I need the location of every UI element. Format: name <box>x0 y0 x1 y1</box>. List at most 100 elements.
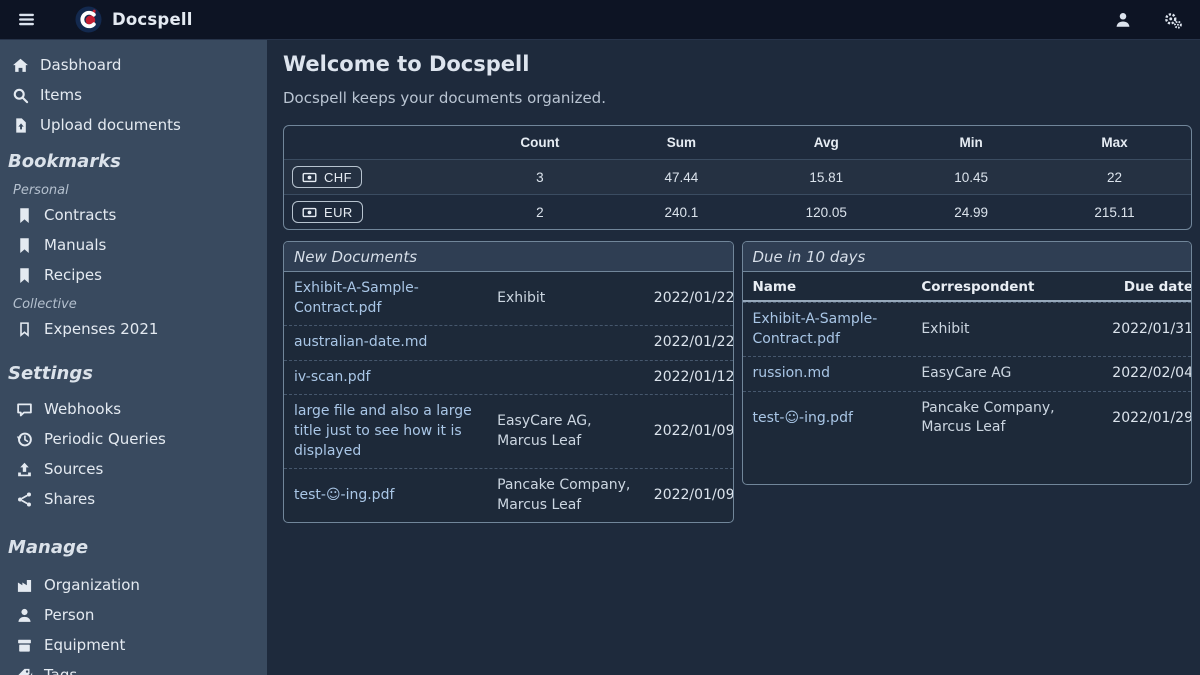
document-correspondent: EasyCare AG <box>921 364 1067 384</box>
document-date: 2022/01/22 <box>640 333 733 353</box>
comment-icon <box>16 401 33 418</box>
stats-header-max: Max <box>1038 126 1191 159</box>
page-title: Welcome to Docspell <box>283 52 1192 76</box>
due-documents-list: Name Correspondent Due date Exhibit-A-Sa… <box>743 272 1192 484</box>
bookmark-icon <box>16 237 33 254</box>
document-date: 2022/01/22 <box>640 289 733 309</box>
document-link[interactable]: russion.md <box>753 364 916 384</box>
page-subtitle: Docspell keeps your documents organized. <box>283 89 1192 107</box>
sidebar-item-expenses-2021[interactable]: Expenses 2021 <box>0 314 267 344</box>
document-link[interactable]: test-☺-ing.pdf <box>294 486 491 506</box>
user-icon[interactable] <box>1110 7 1136 33</box>
sidebar-item-periodic-queries[interactable]: Periodic Queries <box>0 424 267 454</box>
money-bill-icon <box>302 205 317 220</box>
sidebar-item-upload-documents[interactable]: Upload documents <box>0 110 267 140</box>
table-row: CHF 3 47.44 15.81 10.45 22 <box>284 159 1191 194</box>
list-item: Exhibit-A-Sample-Contract.pdf Exhibit 20… <box>743 302 1192 356</box>
sidebar-item-webhooks[interactable]: Webhooks <box>0 394 267 424</box>
list-item: test-☺-ing.pdf Pancake Company, Marcus L… <box>743 391 1192 445</box>
document-correspondent: Exhibit <box>497 289 634 309</box>
document-due-date: 2022/01/31 <box>1073 320 1192 340</box>
sidebar-item-label: Recipes <box>44 266 102 284</box>
app-title: Docspell <box>112 10 193 29</box>
new-documents-list: Exhibit-A-Sample-Contract.pdf Exhibit 20… <box>284 272 733 522</box>
menu-icon[interactable] <box>14 7 39 32</box>
money-bill-icon <box>302 170 317 185</box>
box-icon <box>16 637 33 654</box>
bookmarks-section-title: Bookmarks <box>0 150 267 174</box>
currency-badge-eur: EUR <box>292 201 363 223</box>
due-table-header: Name Correspondent Due date <box>743 272 1192 302</box>
sidebar-item-manuals[interactable]: Manuals <box>0 230 267 260</box>
sidebar-item-dashboard[interactable]: Dasbhoard <box>0 50 267 80</box>
document-correspondent: Pancake Company, Marcus Leaf <box>497 476 634 515</box>
topbar: Docspell <box>0 0 1200 40</box>
bookmark-outline-icon <box>16 321 33 338</box>
document-link[interactable]: test-☺-ing.pdf <box>753 409 916 429</box>
sidebar-item-label: Sources <box>44 460 103 478</box>
list-item: iv-scan.pdf 2022/01/12 <box>284 360 733 395</box>
bookmark-icon <box>16 207 33 224</box>
settings-section-title: Settings <box>0 362 267 386</box>
sidebar-item-recipes[interactable]: Recipes <box>0 260 267 290</box>
stat-count: 3 <box>465 159 614 194</box>
bookmarks-collective-label: Collective <box>0 296 267 314</box>
table-row: EUR 2 240.1 120.05 24.99 215.11 <box>284 194 1191 229</box>
stat-avg: 15.81 <box>748 159 904 194</box>
document-date: 2022/01/09 <box>640 486 733 506</box>
document-link[interactable]: iv-scan.pdf <box>294 368 491 388</box>
list-item: large file and also a large title just t… <box>284 394 733 468</box>
document-date: 2022/01/09 <box>640 422 733 442</box>
share-icon <box>16 491 33 508</box>
main-content: Welcome to Docspell Docspell keeps your … <box>267 40 1200 675</box>
sidebar-item-organization[interactable]: Organization <box>0 570 267 600</box>
due-documents-panel: Due in 10 days Name Correspondent Due da… <box>742 241 1193 485</box>
bookmark-icon <box>16 267 33 284</box>
sidebar-item-label: Items <box>40 86 82 104</box>
sidebar-item-label: Person <box>44 606 94 624</box>
sidebar-item-equipment[interactable]: Equipment <box>0 630 267 660</box>
stats-header-sum: Sum <box>614 126 748 159</box>
new-documents-title: New Documents <box>284 242 733 272</box>
sidebar-item-label: Shares <box>44 490 95 508</box>
document-link[interactable]: Exhibit-A-Sample-Contract.pdf <box>753 310 916 349</box>
document-correspondent: EasyCare AG, Marcus Leaf <box>497 412 634 451</box>
sidebar: Dasbhoard Items Upload documents Bookmar… <box>0 40 267 675</box>
document-date: 2022/01/12 <box>640 368 733 388</box>
sidebar-item-label: Periodic Queries <box>44 430 166 448</box>
stat-max: 22 <box>1038 159 1191 194</box>
stat-sum: 47.44 <box>614 159 748 194</box>
industry-icon <box>16 577 33 594</box>
sidebar-item-person[interactable]: Person <box>0 600 267 630</box>
sidebar-item-contracts[interactable]: Contracts <box>0 200 267 230</box>
sidebar-item-shares[interactable]: Shares <box>0 484 267 514</box>
stat-min: 10.45 <box>904 159 1038 194</box>
history-icon <box>16 431 33 448</box>
document-correspondent: Pancake Company, Marcus Leaf <box>921 399 1067 438</box>
bookmarks-personal-label: Personal <box>0 182 267 200</box>
search-icon <box>12 87 29 104</box>
sidebar-item-label: Organization <box>44 576 140 594</box>
sidebar-item-label: Contracts <box>44 206 116 224</box>
sidebar-item-items[interactable]: Items <box>0 80 267 110</box>
gears-icon[interactable] <box>1160 7 1186 33</box>
sidebar-item-label: Expenses 2021 <box>44 320 158 338</box>
user-icon <box>16 607 33 624</box>
document-link[interactable]: australian-date.md <box>294 333 491 353</box>
new-documents-panel: New Documents Exhibit-A-Sample-Contract.… <box>283 241 734 523</box>
list-item: australian-date.md 2022/01/22 <box>284 325 733 360</box>
sidebar-item-sources[interactable]: Sources <box>0 454 267 484</box>
sidebar-item-tags[interactable]: Tags <box>0 660 267 675</box>
sidebar-item-label: Webhooks <box>44 400 121 418</box>
sidebar-item-label: Upload documents <box>40 116 181 134</box>
list-item: test-☺-ing.pdf Pancake Company, Marcus L… <box>284 468 733 522</box>
stats-header-min: Min <box>904 126 1038 159</box>
document-link[interactable]: Exhibit-A-Sample-Contract.pdf <box>294 279 491 318</box>
manage-section-title: Manage <box>0 536 267 560</box>
due-header-date: Due date <box>1073 279 1192 295</box>
stats-header-avg: Avg <box>748 126 904 159</box>
due-documents-title: Due in 10 days <box>743 242 1192 272</box>
stat-min: 24.99 <box>904 194 1038 229</box>
due-header-correspondent: Correspondent <box>921 279 1067 295</box>
document-link[interactable]: large file and also a large title just t… <box>294 402 491 461</box>
